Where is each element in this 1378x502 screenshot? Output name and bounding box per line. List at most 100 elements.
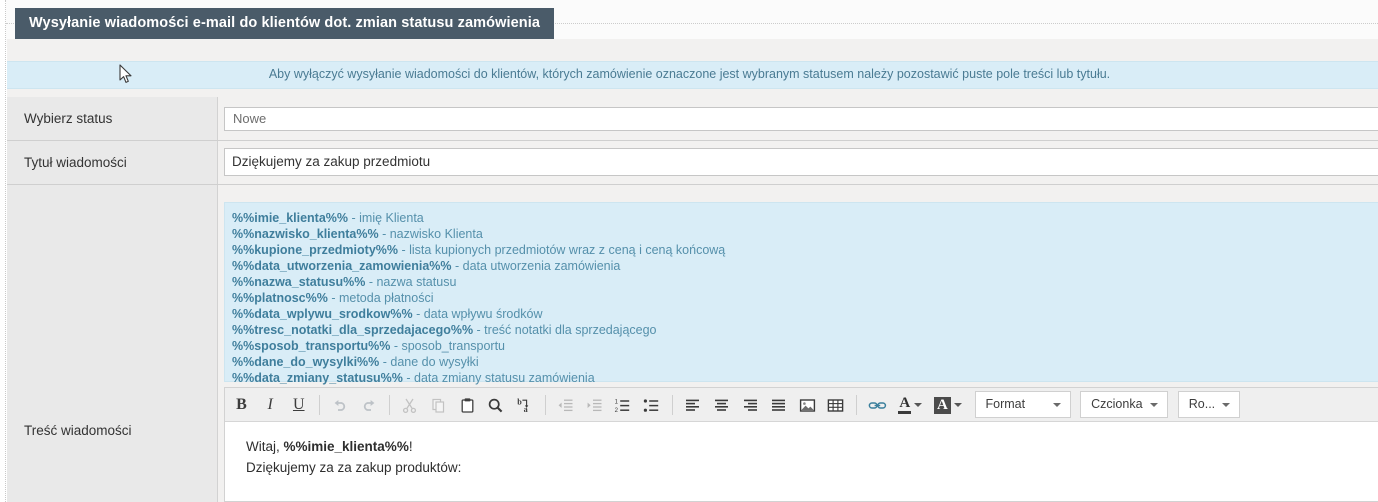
editor-line-1: Witaj, %%imie_klienta%%! (246, 436, 1378, 457)
toolbar-separator (856, 395, 857, 415)
template-variable-row: %%dane_do_wysylki%% - dane do wysyłki (232, 354, 1378, 370)
template-variable-description: - lista kupionych przedmiotów wraz z cen… (398, 243, 726, 257)
body-label: Treść wiadomości (24, 423, 132, 438)
bold-glyph: B (236, 396, 247, 413)
align-justify-icon[interactable] (766, 391, 791, 418)
chevron-down-icon (1150, 403, 1159, 407)
font-dropdown[interactable]: Czcionka (1080, 391, 1169, 418)
svg-text:2: 2 (615, 408, 619, 414)
underline-icon[interactable]: U (286, 391, 311, 418)
field-cell-status: Nowe (218, 97, 1378, 140)
info-notice-bar: Aby wyłączyć wysyłanie wiadomości do kli… (7, 61, 1378, 89)
italic-icon[interactable]: I (258, 391, 283, 418)
template-variable-token: %%tresc_notatki_dla_sprzedajacego%% (232, 323, 474, 337)
underline-glyph: U (292, 396, 305, 413)
info-notice-text: Aby wyłączyć wysyłanie wiadomości do kli… (268, 67, 1111, 81)
status-label: Wybierz status (24, 111, 113, 126)
copy-icon[interactable] (426, 391, 451, 418)
rich-text-editor: B I U b a 1 2 A A Format Czcionka Ro... … (224, 387, 1378, 502)
undo-icon[interactable] (328, 391, 353, 418)
toolbar-separator (388, 395, 390, 415)
template-variables-legend: %%imie_klienta%% - imię Klienta %%nazwisk… (224, 202, 1378, 385)
template-variable-description: - data wpływu środków (412, 307, 543, 321)
font-size-dropdown-label: Ro... (1188, 397, 1216, 411)
editor-line-1-prefix: Witaj, (246, 439, 284, 454)
numbered-list-icon[interactable]: 12 (610, 391, 635, 418)
template-variable-token: %%data_zmiany_statusu%% (232, 371, 403, 385)
cut-icon[interactable] (397, 391, 422, 418)
editor-toolbar: B I U b a 1 2 A A Format Czcionka Ro... (225, 388, 1378, 422)
label-cell-status: Wybierz status (7, 97, 218, 140)
template-variable-token: %%nazwa_statusu%% (232, 275, 366, 289)
bold-icon[interactable]: B (229, 391, 254, 418)
align-center-icon[interactable] (709, 391, 734, 418)
svg-text:1: 1 (615, 399, 619, 405)
chevron-down-icon (1052, 403, 1061, 407)
image-icon[interactable] (795, 391, 820, 418)
find-icon[interactable] (483, 391, 508, 418)
template-variable-description: - imię Klienta (348, 211, 424, 225)
template-variable-description: - nazwisko Klienta (378, 227, 483, 241)
template-variable-row: %%data_utworzenia_zamowienia%% - data ut… (232, 258, 1378, 274)
italic-glyph: I (267, 396, 273, 413)
template-variable-description: - sposob_transportu (390, 339, 506, 353)
table-icon[interactable] (823, 391, 848, 418)
template-variable-token: %%sposob_transportu%% (232, 339, 391, 353)
template-variable-row: %%tresc_notatki_dla_sprzedajacego%% - tr… (232, 322, 1378, 338)
editor-content-area[interactable]: Witaj, %%imie_klienta%%! Dziękujemy za z… (225, 422, 1378, 501)
template-variable-description: - treść notatki dla sprzedającego (473, 323, 657, 337)
editor-line-2: Dziękujemy za za zakup produktów: (246, 460, 462, 475)
template-variable-description: - nazwa statusu (365, 275, 457, 289)
align-left-icon[interactable] (680, 391, 705, 418)
label-cell-subject: Tytuł wiadomości (7, 141, 218, 184)
chevron-down-icon (953, 403, 962, 408)
label-cell-body: Treść wiadomości (7, 185, 218, 502)
template-variable-token: %%platnosc%% (232, 291, 328, 305)
template-variable-row: %%imie_klienta%% - imię Klienta (232, 210, 1378, 226)
redo-icon[interactable] (356, 391, 381, 418)
toolbar-separator (544, 395, 546, 415)
template-variable-description: - dane do wysyłki (379, 355, 479, 369)
text-color-glyph: A (898, 396, 912, 415)
toolbar-separator (671, 395, 673, 415)
text-color-icon[interactable]: A (893, 391, 927, 418)
form-row-body: Treść wiadomości %%imie_klienta%% - imię… (7, 185, 1378, 502)
form-row-subject: Tytuł wiadomości Dziękujemy za zakup prz… (7, 141, 1378, 185)
field-cell-subject: Dziękujemy za zakup przedmiotu (218, 141, 1378, 184)
background-color-icon[interactable]: A (931, 391, 965, 418)
template-variable-token: %%dane_do_wysylki%% (232, 355, 380, 369)
subject-label: Tytuł wiadomości (24, 155, 127, 170)
svg-text:b: b (517, 397, 522, 406)
format-dropdown-label: Format (985, 397, 1026, 411)
template-variable-row: %%data_wplywu_srodkow%% - data wpływu śr… (232, 306, 1378, 322)
status-select[interactable]: Nowe (224, 107, 1378, 131)
left-rail-divider (0, 0, 6, 502)
template-variable-row: %%kupione_przedmioty%% - lista kupionych… (232, 242, 1378, 258)
template-variable-row: %%platnosc%% - metoda płatności (232, 290, 1378, 306)
template-variable-description: - data utworzenia zamówienia (451, 259, 621, 273)
format-dropdown[interactable]: Format (974, 391, 1071, 418)
align-right-icon[interactable] (738, 391, 763, 418)
replace-icon[interactable]: ba (512, 391, 537, 418)
form-row-status: Wybierz status Nowe (7, 97, 1378, 141)
paste-icon[interactable] (455, 391, 480, 418)
template-variable-token: %%kupione_przedmioty%% (232, 243, 399, 257)
background-color-glyph: A (933, 396, 951, 414)
editor-line-1-suffix: ! (408, 439, 413, 454)
indent-icon[interactable] (582, 391, 607, 418)
link-icon[interactable] (865, 391, 890, 418)
template-variable-description: - data zmiany statusu zamówienia (402, 371, 595, 385)
font-dropdown-label: Czcionka (1091, 397, 1143, 411)
bulleted-list-icon[interactable] (639, 391, 664, 418)
outdent-icon[interactable] (553, 391, 578, 418)
template-variable-row: %%sposob_transportu%% - sposob_transport… (232, 338, 1378, 354)
field-cell-body: %%imie_klienta%% - imię Klienta %%nazwisk… (218, 185, 1378, 502)
application-page: Wysyłanie wiadomości e-mail do klientów … (0, 0, 1378, 502)
template-variable-token: %%imie_klienta%% (232, 211, 349, 225)
template-variable-description: - metoda płatności (327, 291, 434, 305)
chevron-down-icon (914, 403, 923, 408)
page-title: Wysyłanie wiadomości e-mail do klientów … (15, 8, 555, 39)
template-variable-token: %%nazwisko_klienta%% (232, 227, 379, 241)
font-size-dropdown[interactable]: Ro... (1177, 391, 1240, 418)
subject-input[interactable]: Dziękujemy za zakup przedmiotu (224, 148, 1378, 176)
